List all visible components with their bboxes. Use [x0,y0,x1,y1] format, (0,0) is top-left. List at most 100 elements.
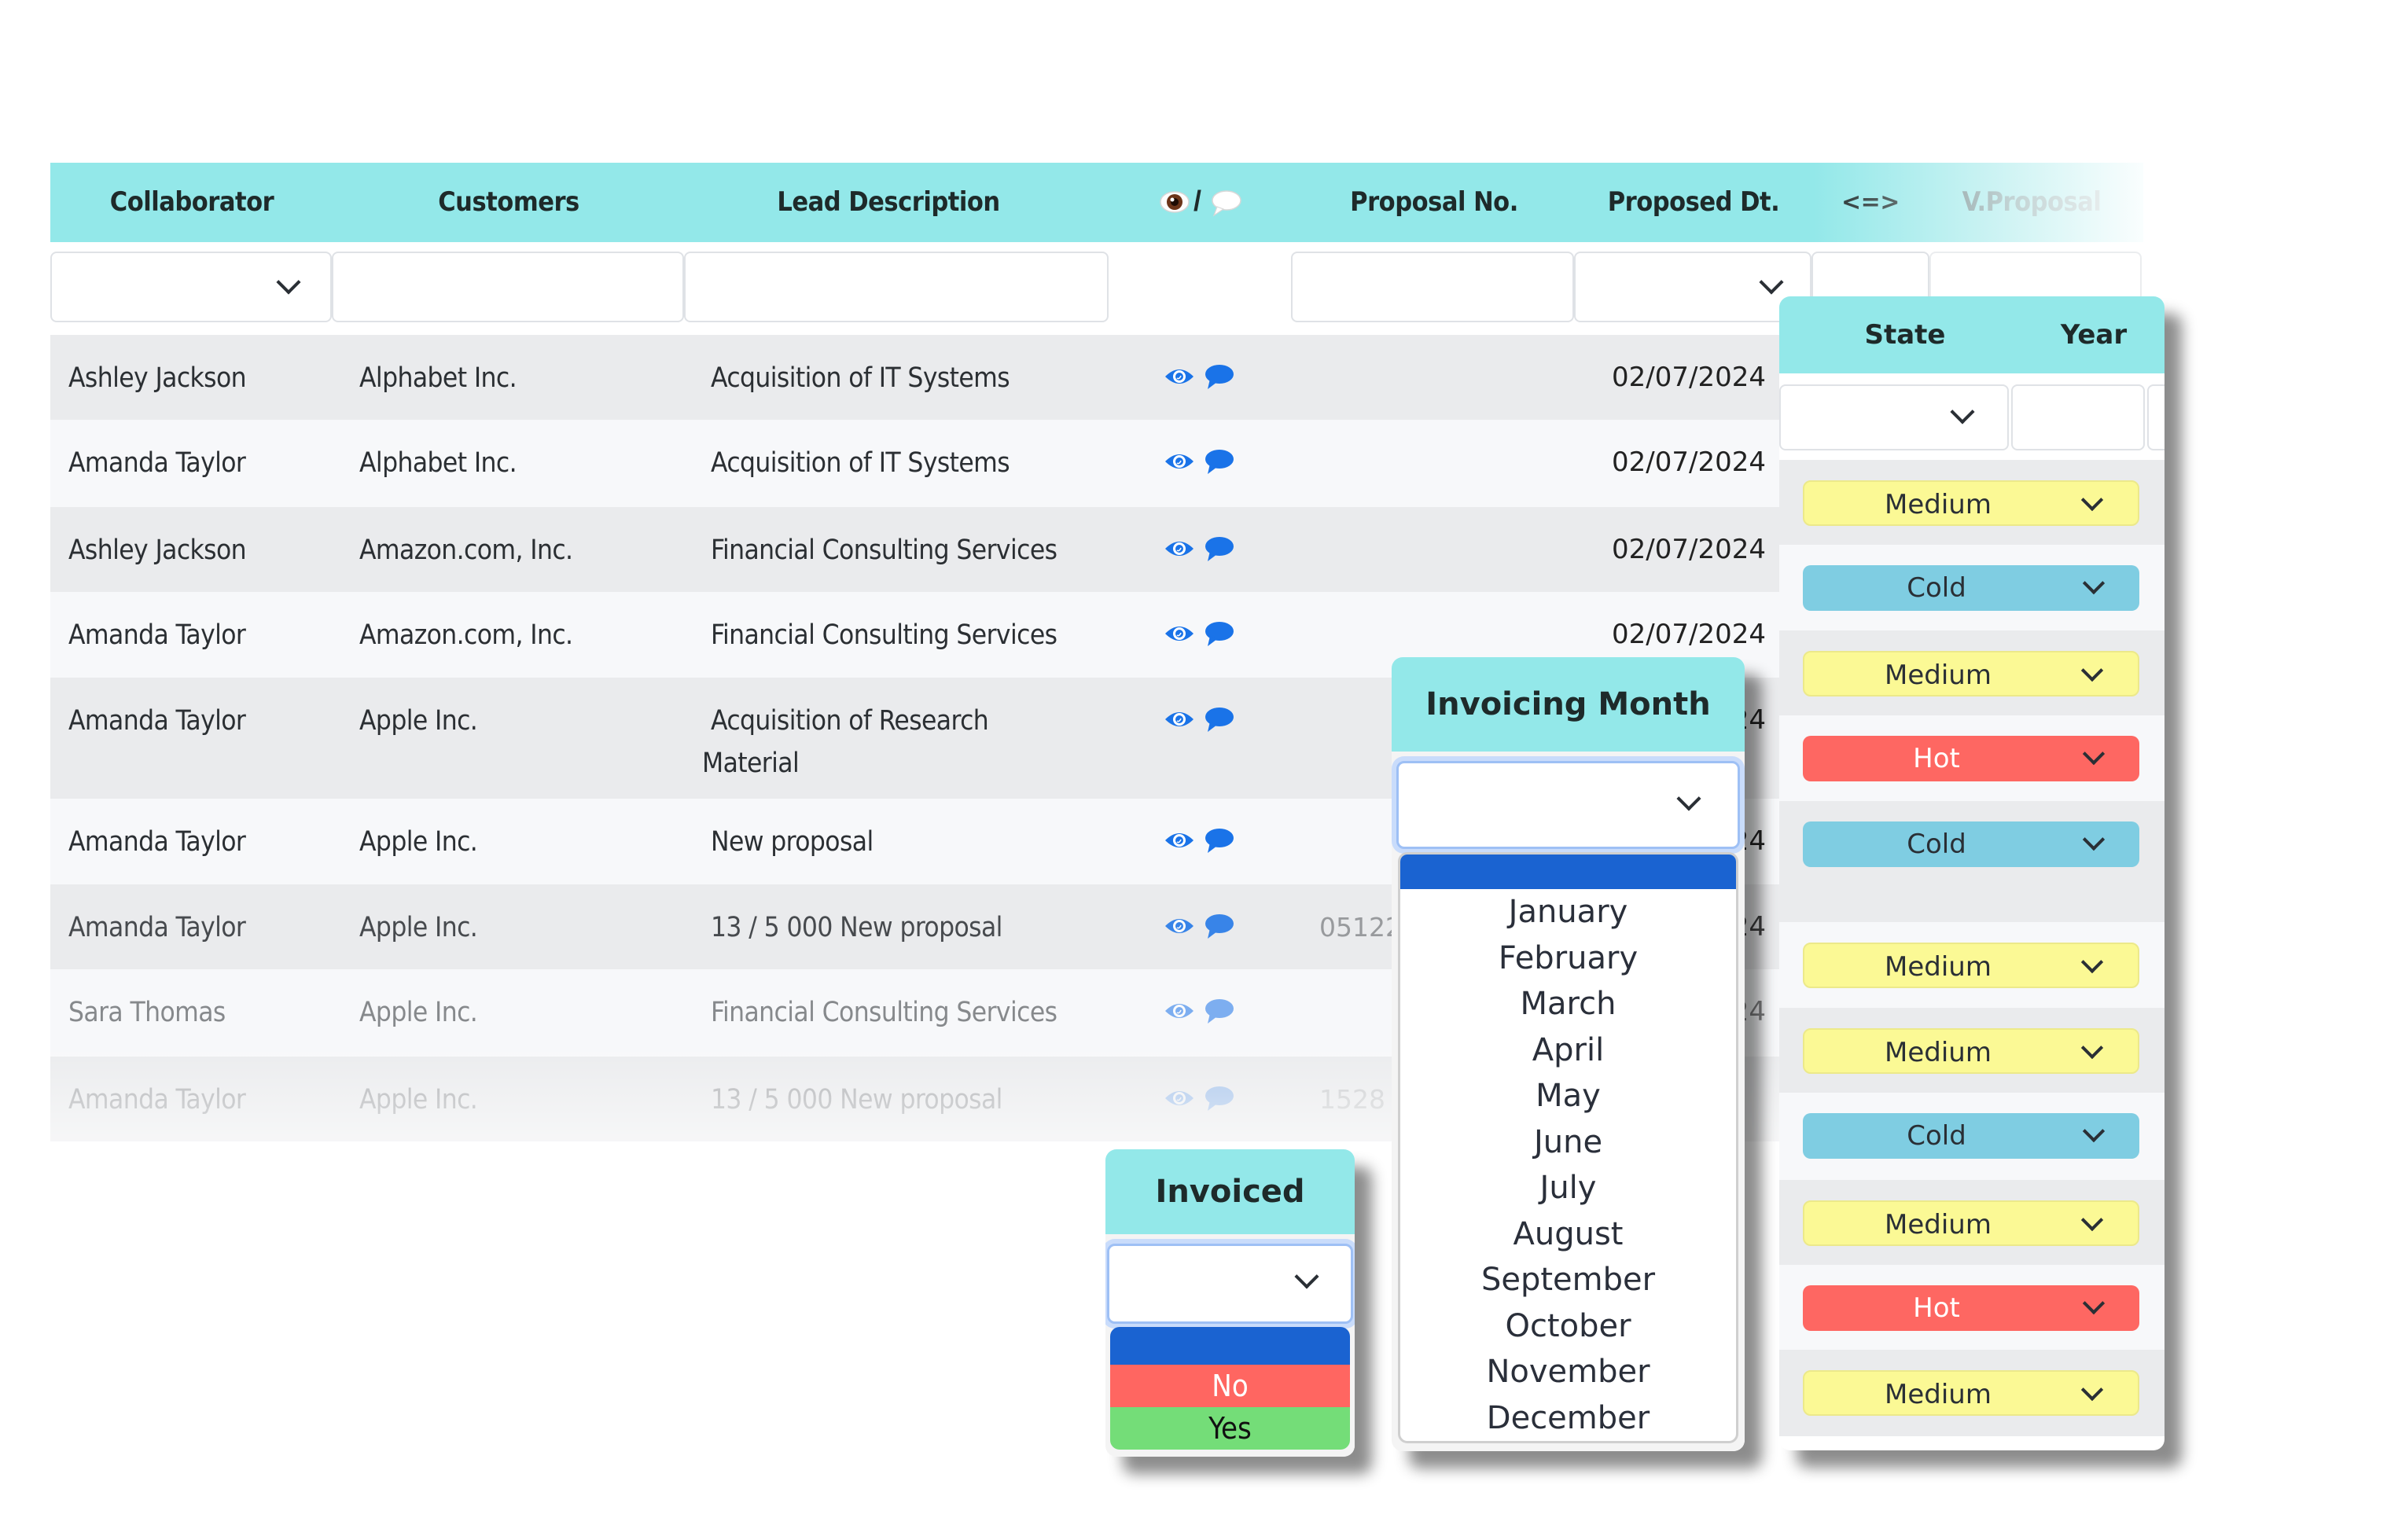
month-option[interactable]: January [1400,889,1736,935]
state-year-header: State Year [1779,296,2164,373]
state-row: Medium [1779,630,2164,715]
state-select-medium[interactable]: Medium [1803,651,2139,696]
state-select-cold[interactable]: Cold [1803,565,2139,611]
comment-icon[interactable] [1203,827,1234,855]
month-option[interactable]: April [1400,1027,1736,1074]
option-empty-highlighted[interactable] [1110,1327,1350,1365]
comment-icon[interactable] [1203,620,1234,649]
cell-lead-description: 13 / 5 000 New proposal [711,912,1002,943]
cell-customer: Apple Inc. [359,826,478,858]
month-option[interactable]: May [1400,1073,1736,1119]
filter-proposed-date-select[interactable] [1574,252,1811,322]
comment-icon[interactable] [1203,706,1234,734]
header-proposal-no[interactable]: Proposal No. [1293,163,1576,242]
month-option[interactable]: November [1400,1349,1736,1395]
filter-lead-description-input[interactable] [684,252,1109,322]
filter-state-select[interactable] [1779,384,2009,450]
eye-icon[interactable] [1164,914,1195,938]
state-row: Hot [1779,1265,2164,1350]
month-option[interactable]: December [1400,1395,1736,1442]
cell-proposal-no: 05122 [1319,912,1402,943]
header-year[interactable]: Year [2039,296,2149,373]
month-option[interactable]: August [1400,1211,1736,1258]
state-select-medium[interactable]: Medium [1803,1370,2139,1416]
eye-icon[interactable] [1164,999,1195,1023]
month-option[interactable]: March [1400,981,1736,1027]
row-actions [1164,362,1234,393]
header-state[interactable]: State [1811,296,1999,373]
header-customers[interactable]: Customers [333,163,684,242]
cell-lead-description: Financial Consulting Services [711,535,1057,566]
header-proposed-date[interactable]: Proposed Dt. [1576,163,1811,242]
comment-icon[interactable] [1203,535,1234,564]
month-option[interactable]: September [1400,1257,1736,1303]
eye-icon[interactable] [1164,708,1195,731]
state-select-medium[interactable]: Medium [1803,1200,2139,1246]
state-select-medium[interactable]: Medium [1803,480,2139,526]
state-value: Hot [1913,1292,1960,1324]
chevron-down-icon [2080,1036,2104,1060]
invoiced-select[interactable] [1107,1244,1353,1324]
cell-collaborator: Amanda Taylor [68,447,246,479]
state-select-hot[interactable]: Hot [1803,1285,2139,1331]
filter-customers-input[interactable] [332,252,684,322]
header-collaborator[interactable]: Collaborator [50,163,333,242]
state-select-medium[interactable]: Medium [1803,1028,2139,1074]
cell-customer: Apple Inc. [359,1084,478,1115]
filter-collaborator-select[interactable] [50,252,332,322]
comment-icon[interactable] [1203,998,1234,1026]
state-row: Cold [1779,545,2164,630]
filter-proposal-no-input[interactable] [1291,252,1574,322]
state-select-cold[interactable]: Cold [1803,1113,2139,1159]
eye-icon[interactable] [1164,450,1195,473]
state-row: Medium [1779,1350,2164,1436]
state-select-medium[interactable]: Medium [1803,943,2139,988]
cell-proposed-date: 02/07/2024 [1612,362,1766,393]
state-value: Cold [1907,1120,1966,1152]
month-option[interactable]: June [1400,1119,1736,1166]
state-select-hot[interactable]: Hot [1803,736,2139,781]
cell-proposed-date: 02/07/2024 [1612,619,1766,650]
month-option[interactable]: October [1400,1303,1736,1350]
cell-proposal-no: 1528 [1319,1084,1385,1115]
comment-icon[interactable] [1203,363,1234,391]
row-actions [1164,996,1234,1027]
state-value: Hot [1913,743,1960,774]
eye-icon[interactable] [1164,829,1195,852]
invoicing-month-select[interactable] [1396,761,1740,849]
eye-icon[interactable] [1164,537,1195,561]
filter-next-input[interactable] [2147,384,2164,450]
chevron-down-icon [2080,488,2104,512]
invoicing-month-title: Invoicing Month [1392,657,1745,752]
month-option[interactable]: July [1400,1165,1736,1211]
state-value: Cold [1907,572,1966,604]
state-row: Cold [1779,1093,2164,1180]
option-yes[interactable]: Yes [1110,1407,1350,1450]
comment-icon[interactable] [1203,1085,1234,1113]
chevron-down-icon [2080,1378,2104,1402]
cell-customer: Alphabet Inc. [359,362,517,394]
eye-icon[interactable] [1164,622,1195,645]
cell-lead-description: New proposal [711,826,874,858]
cell-lead-description: Acquisition of IT Systems [711,362,1010,394]
month-option[interactable]: February [1400,935,1736,982]
option-empty-highlighted[interactable] [1400,855,1736,889]
chevron-down-icon [2080,1208,2104,1232]
header-slash: / [1194,185,1202,217]
cell-collaborator: Ashley Jackson [68,362,247,394]
comment-icon[interactable] [1203,913,1234,941]
eye-icon[interactable] [1164,1086,1195,1110]
option-no[interactable]: No [1110,1365,1350,1407]
filter-year-input[interactable] [2011,384,2145,450]
eye-icon[interactable] [1164,365,1195,388]
state-select-cold[interactable]: Cold [1803,821,2139,867]
chevron-down-icon [2082,1119,2106,1143]
row-actions [1164,1083,1234,1115]
chevron-down-icon [1759,270,1784,295]
state-row: Cold [1779,801,2164,922]
cell-proposed-date: 02/07/2024 [1612,534,1766,565]
header-lead-description[interactable]: Lead Description [684,163,1093,242]
table-header: Collaborator Customers Lead Description … [50,163,2143,242]
cell-collaborator: Ashley Jackson [68,535,247,566]
comment-icon[interactable] [1203,448,1234,476]
